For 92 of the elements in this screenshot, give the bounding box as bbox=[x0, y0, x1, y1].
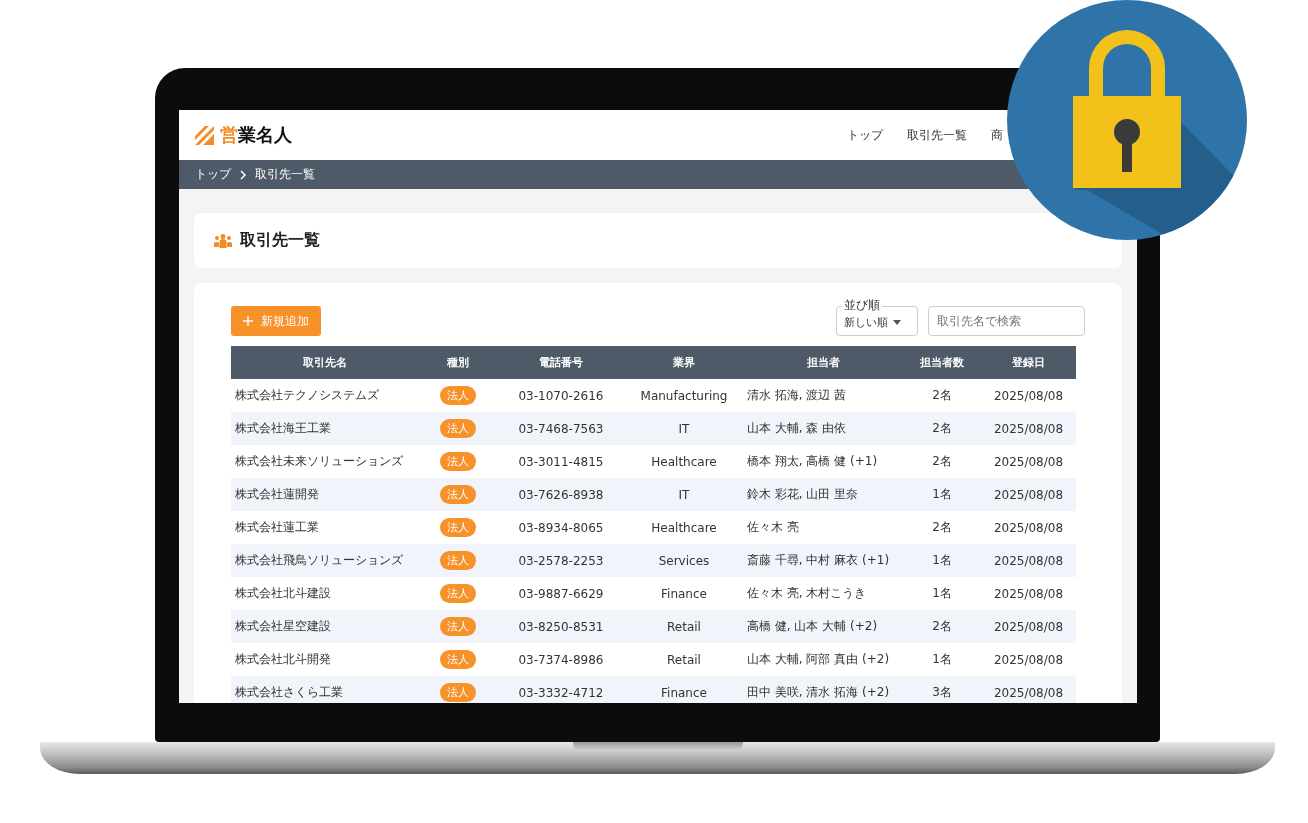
app-logo: 営業名人 bbox=[220, 123, 292, 147]
table-cell: 株式会社海王工業 bbox=[231, 412, 419, 445]
table-cell: 03-7468-7563 bbox=[497, 412, 625, 445]
breadcrumb-item[interactable]: トップ bbox=[195, 166, 231, 183]
table-cell: 2025/08/08 bbox=[981, 610, 1076, 643]
table-cell: 佐々木 亮 bbox=[743, 511, 903, 544]
table-cell: 2025/08/08 bbox=[981, 511, 1076, 544]
field-label: 並び順 bbox=[842, 298, 882, 312]
table-cell: 高橋 健, 山本 大輔 (+2) bbox=[743, 610, 903, 643]
table-cell: Services bbox=[625, 544, 743, 577]
table-cell: 2025/08/08 bbox=[981, 676, 1076, 703]
nav-link[interactable]: 商 bbox=[991, 126, 1003, 144]
type-tag: 法人 bbox=[440, 419, 476, 438]
table-cell: 3名 bbox=[903, 676, 981, 703]
type-tag: 法人 bbox=[440, 650, 476, 669]
table-cell: 03-3332-4712 bbox=[497, 676, 625, 703]
table-cell: IT bbox=[625, 478, 743, 511]
table-cell: 03-3011-4815 bbox=[497, 445, 625, 478]
column-header: 取引先名 bbox=[231, 346, 419, 379]
table-cell: 株式会社北斗建設 bbox=[231, 577, 419, 610]
table-cell: 2025/08/08 bbox=[981, 379, 1076, 412]
table-cell: 2025/08/08 bbox=[981, 544, 1076, 577]
table-cell: 株式会社未来ソリューションズ bbox=[231, 445, 419, 478]
table-cell: 1名 bbox=[903, 544, 981, 577]
table-cell: Finance bbox=[625, 676, 743, 703]
table-cell: 2名 bbox=[903, 412, 981, 445]
table-cell: 1名 bbox=[903, 478, 981, 511]
table-cell: 橋本 翔太, 高橋 健 (+1) bbox=[743, 445, 903, 478]
type-tag: 法人 bbox=[440, 551, 476, 570]
table-cell: Healthcare bbox=[625, 445, 743, 478]
table-cell: 2名 bbox=[903, 511, 981, 544]
table-cell: 2名 bbox=[903, 445, 981, 478]
table-cell: 株式会社テクノシステムズ bbox=[231, 379, 419, 412]
table-cell: 株式会社蓮工業 bbox=[231, 511, 419, 544]
table-cell: 山本 大輔, 森 由依 bbox=[743, 412, 903, 445]
people-icon bbox=[214, 232, 232, 249]
logo-icon bbox=[195, 125, 214, 145]
table-cell: 2名 bbox=[903, 379, 981, 412]
table-cell: 株式会社飛鳥ソリューションズ bbox=[231, 544, 419, 577]
table-cell: 田中 美咲, 清水 拓海 (+2) bbox=[743, 676, 903, 703]
column-header: 担当者 bbox=[743, 346, 903, 379]
type-tag: 法人 bbox=[440, 518, 476, 537]
nav-link[interactable]: 取引先一覧 bbox=[907, 126, 967, 144]
table-cell: Finance bbox=[625, 577, 743, 610]
table-cell: 株式会社北斗開発 bbox=[231, 643, 419, 676]
plus-icon bbox=[243, 316, 253, 326]
chevron-icon bbox=[239, 169, 247, 180]
table-cell: Retail bbox=[625, 610, 743, 643]
table-cell: Manufacturing bbox=[625, 379, 743, 412]
table-cell: Healthcare bbox=[625, 511, 743, 544]
column-header: 電話番号 bbox=[497, 346, 625, 379]
table-cell: 山本 大輔, 阿部 真由 (+2) bbox=[743, 643, 903, 676]
table-cell: 2025/08/08 bbox=[981, 478, 1076, 511]
table-cell: 03-8934-8065 bbox=[497, 511, 625, 544]
type-tag: 法人 bbox=[440, 584, 476, 603]
table-cell: 2名 bbox=[903, 610, 981, 643]
table-cell: 株式会社星空建設 bbox=[231, 610, 419, 643]
table-cell: 鈴木 彩花, 山田 里奈 bbox=[743, 478, 903, 511]
lock-icon bbox=[1007, 0, 1247, 240]
nav-link[interactable]: トップ bbox=[847, 126, 883, 144]
column-header: 種別 bbox=[419, 346, 497, 379]
table-cell: 03-1070-2616 bbox=[497, 379, 625, 412]
table-cell: 2025/08/08 bbox=[981, 643, 1076, 676]
table-cell: 清水 拓海, 渡辺 茜 bbox=[743, 379, 903, 412]
type-tag: 法人 bbox=[440, 386, 476, 405]
table-cell: 1名 bbox=[903, 643, 981, 676]
table-cell: 株式会社さくら工業 bbox=[231, 676, 419, 703]
table-cell: 斎藤 千尋, 中村 麻衣 (+1) bbox=[743, 544, 903, 577]
table-cell: 2025/08/08 bbox=[981, 445, 1076, 478]
table-cell: 03-8250-8531 bbox=[497, 610, 625, 643]
table-cell: 03-7626-8938 bbox=[497, 478, 625, 511]
column-header: 業界 bbox=[625, 346, 743, 379]
breadcrumb-item: 取引先一覧 bbox=[255, 166, 315, 183]
column-header: 登録日 bbox=[981, 346, 1076, 379]
table-cell: 03-7374-8986 bbox=[497, 643, 625, 676]
table-cell: 03-2578-2253 bbox=[497, 544, 625, 577]
table-cell: 佐々木 亮, 木村こうき bbox=[743, 577, 903, 610]
page-title: 取引先一覧 bbox=[240, 230, 320, 251]
table-cell: IT bbox=[625, 412, 743, 445]
type-tag: 法人 bbox=[440, 617, 476, 636]
table-cell: 2025/08/08 bbox=[981, 412, 1076, 445]
type-tag: 法人 bbox=[440, 452, 476, 471]
table-cell: 株式会社蓮開発 bbox=[231, 478, 419, 511]
table-cell: 2025/08/08 bbox=[981, 577, 1076, 610]
type-tag: 法人 bbox=[440, 485, 476, 504]
table-cell: Retail bbox=[625, 643, 743, 676]
table-cell: 03-9887-6629 bbox=[497, 577, 625, 610]
table-cell: 1名 bbox=[903, 577, 981, 610]
type-tag: 法人 bbox=[440, 683, 476, 702]
column-header: 担当者数 bbox=[903, 346, 981, 379]
caret-icon bbox=[893, 319, 901, 325]
search-field[interactable]: 取引先名で検索 bbox=[928, 306, 1085, 336]
